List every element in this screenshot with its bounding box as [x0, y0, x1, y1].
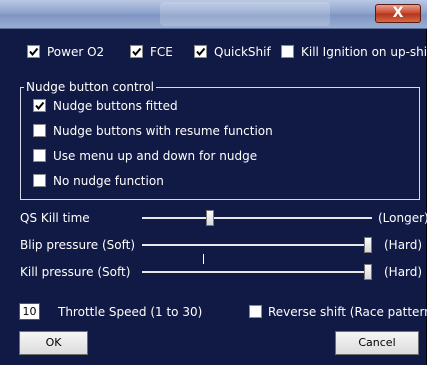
- nudge-group-title: Nudge button control: [24, 80, 157, 94]
- nudge-resume-label: Nudge buttons with resume function: [53, 124, 273, 138]
- title-bar-highlight: [160, 2, 330, 26]
- quickshift-label: QuickShif: [214, 45, 271, 59]
- kill-pressure-thumb[interactable]: [364, 264, 372, 280]
- nudge-resume-checkbox[interactable]: [33, 124, 46, 137]
- quickshift-checkbox[interactable]: [194, 45, 207, 58]
- kill-ignition-label: Kill Ignition on up-shift: [301, 45, 428, 59]
- checkmark-icon: [29, 47, 39, 57]
- close-button[interactable]: X: [375, 4, 421, 23]
- power-o2-label: Power O2: [47, 45, 105, 59]
- fce-label: FCE: [150, 45, 172, 59]
- kill-pressure-track[interactable]: [142, 271, 372, 273]
- qs-kill-time-label: QS Kill time: [20, 211, 90, 225]
- checkmark-icon: [35, 101, 45, 111]
- shift-settings-dialog: X Power O2 FCE QuickShif Kill Ignition o…: [0, 0, 428, 365]
- checkmark-icon: [132, 47, 142, 57]
- kill-ignition-checkbox[interactable]: [281, 45, 294, 58]
- kill-pressure-max-label: (Hard): [384, 265, 423, 279]
- slider-tick-mark: [203, 254, 204, 264]
- qs-kill-time-thumb[interactable]: [206, 210, 215, 226]
- title-bar[interactable]: X: [0, 0, 427, 29]
- throttle-speed-input[interactable]: 10: [19, 303, 40, 320]
- qs-kill-time-track[interactable]: [142, 217, 372, 219]
- throttle-speed-label: Throttle Speed (1 to 30): [58, 305, 203, 319]
- reverse-shift-label: Reverse shift (Race pattern): [268, 305, 428, 319]
- checkmark-icon: [196, 47, 206, 57]
- menu-nudge-checkbox[interactable]: [33, 149, 46, 162]
- menu-nudge-label: Use menu up and down for nudge: [53, 149, 258, 163]
- blip-pressure-thumb[interactable]: [364, 237, 372, 253]
- fce-checkbox[interactable]: [130, 45, 143, 58]
- qs-kill-time-max-label: (Longer): [378, 211, 428, 225]
- cancel-button[interactable]: Cancel: [335, 331, 419, 355]
- blip-pressure-max-label: (Hard): [384, 238, 423, 252]
- no-nudge-checkbox[interactable]: [33, 174, 46, 187]
- ok-button[interactable]: OK: [19, 331, 88, 355]
- nudge-fitted-checkbox[interactable]: [33, 99, 46, 112]
- power-o2-checkbox[interactable]: [27, 45, 40, 58]
- close-icon: X: [392, 5, 404, 21]
- no-nudge-label: No nudge function: [53, 174, 164, 188]
- nudge-fitted-label: Nudge buttons fitted: [53, 99, 178, 113]
- blip-pressure-track[interactable]: [142, 244, 372, 246]
- reverse-shift-checkbox[interactable]: [249, 305, 262, 318]
- blip-pressure-label: Blip pressure (Soft): [20, 238, 136, 252]
- kill-pressure-label: Kill pressure (Soft): [20, 265, 131, 279]
